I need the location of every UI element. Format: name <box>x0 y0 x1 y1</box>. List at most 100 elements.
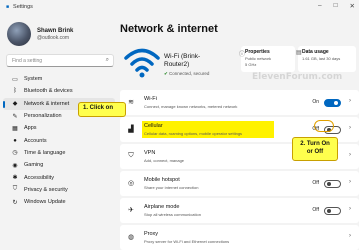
connection-status-text: Connected, secured <box>169 71 210 76</box>
check-icon: ✔ <box>164 71 168 76</box>
sidebar-item-system[interactable]: ▭ System <box>3 73 115 85</box>
toggle-knob <box>334 101 338 105</box>
sidebar-item-label: Gaming <box>24 162 44 169</box>
properties-card[interactable]: ⓘ Properties Public network 5 GHz <box>239 46 295 72</box>
search-icon: ⌕ <box>105 57 109 63</box>
avatar <box>7 22 31 46</box>
sidebar-item-label: Bluetooth & devices <box>24 88 73 95</box>
sidebar-item-accessibility[interactable]: ✱ Accessibility <box>3 171 115 183</box>
airplane-toggle[interactable] <box>324 207 341 215</box>
wifi-row[interactable]: ≋ Wi-Fi Connect, manage known networks, … <box>120 90 359 115</box>
connected-network-name: Wi-Fi (Brink-Router2) <box>164 53 201 68</box>
airplane-mode-row[interactable]: ✈ Airplane mode Stop all wireless commun… <box>120 198 359 223</box>
row-description: Stop all wireless communication <box>144 212 201 217</box>
proxy-row[interactable]: ◍ Proxy Proxy server for Wi-Fi and Ether… <box>120 225 359 250</box>
window-title: Settings <box>13 4 33 10</box>
wifi-toggle[interactable] <box>324 99 341 107</box>
row-description: Cellular data, roaming options, mobile o… <box>144 131 243 136</box>
row-title: Proxy <box>144 231 159 237</box>
data-usage-card[interactable]: ▤ Data usage 1.61 GB, last 30 days <box>296 46 356 72</box>
profile[interactable]: Shawn Brink @outlook.com <box>7 22 73 46</box>
settings-list: ≋ Wi-Fi Connect, manage known networks, … <box>120 90 359 250</box>
watermark: ElevenForum.com <box>252 72 343 82</box>
hotspot-icon: ◎ <box>127 180 135 187</box>
chevron-right-icon: › <box>349 152 351 158</box>
clock-icon: ◷ <box>12 150 18 157</box>
toggle-state-label: Off <box>312 207 319 213</box>
accessibility-icon: ✱ <box>12 175 18 182</box>
sidebar-item-gaming[interactable]: ◉ Gaming <box>3 159 115 171</box>
toggle-knob <box>327 209 331 213</box>
callout-step-2-line1: 2. Turn On <box>300 141 330 147</box>
profile-email: @outlook.com <box>37 34 70 41</box>
profile-name: Shawn Brink <box>37 27 74 34</box>
vpn-shield-icon: ⛉ <box>128 152 134 159</box>
properties-network-type: Public network <box>245 56 272 61</box>
wifi-icon: ≋ <box>128 99 134 106</box>
window-controls: – □ ✕ <box>318 2 355 10</box>
callout-ring <box>314 120 334 132</box>
sidebar-item-apps[interactable]: ▦ Apps <box>3 122 115 134</box>
row-description: Share your internet connection <box>144 185 199 190</box>
sidebar-item-label: Personalization <box>24 113 62 120</box>
page-title: Network & internet <box>120 23 218 35</box>
bluetooth-icon: ᛒ <box>13 88 17 95</box>
row-title: Cellular <box>144 123 163 129</box>
settings-app-icon: ■ <box>6 4 10 10</box>
network-icon: ◆ <box>12 101 18 108</box>
airplane-icon: ✈ <box>128 207 134 214</box>
search-input[interactable]: Find a setting ⌕ <box>6 54 114 67</box>
row-description: Add, connect, manage <box>144 158 185 163</box>
apps-icon: ▦ <box>12 125 18 132</box>
chevron-right-icon: › <box>349 206 351 212</box>
sidebar-item-label: System <box>24 76 43 83</box>
row-title: VPN <box>144 150 156 156</box>
toggle-state-label: On <box>312 99 319 105</box>
sidebar-item-time-language[interactable]: ◷ Time & language <box>3 147 115 159</box>
callout-step-2: 2. Turn On or Off <box>292 137 338 161</box>
wifi-icon <box>124 48 160 78</box>
minimize-icon[interactable]: – <box>318 2 322 10</box>
sidebar: Shawn Brink @outlook.com Find a setting … <box>0 14 116 250</box>
update-icon: ↻ <box>12 199 18 206</box>
mobile-hotspot-row[interactable]: ◎ Mobile hotspot Share your internet con… <box>120 171 359 196</box>
sidebar-nav: ▭ System ᛒ Bluetooth & devices ◆ Network… <box>3 73 115 208</box>
globe-icon: ◍ <box>127 234 135 241</box>
sidebar-item-accounts[interactable]: ● Accounts <box>3 134 115 146</box>
toggle-state-label: Off <box>312 180 319 186</box>
row-title: Airplane mode <box>144 204 180 210</box>
sidebar-item-label: Accessibility <box>24 174 54 181</box>
sidebar-item-label: Windows Update <box>24 199 66 206</box>
hotspot-toggle[interactable] <box>324 180 341 188</box>
person-icon: ● <box>13 137 17 144</box>
main-content: Network & internet Wi-Fi (Brink-Router2)… <box>120 14 359 250</box>
data-usage-value: 1.61 GB, last 30 days <box>302 56 341 61</box>
search-placeholder: Find a setting <box>12 58 43 64</box>
sidebar-item-privacy[interactable]: ⛉ Privacy & security <box>3 184 115 196</box>
sidebar-item-windows-update[interactable]: ↻ Windows Update <box>3 196 115 208</box>
controller-icon: ◉ <box>12 162 18 169</box>
chevron-right-icon: › <box>349 179 351 185</box>
callout-step-2-line2: or Off <box>306 149 324 155</box>
chevron-right-icon: › <box>349 233 351 239</box>
sidebar-item-label: Accounts <box>24 137 47 144</box>
monitor-icon: ▭ <box>12 76 18 83</box>
sidebar-item-bluetooth[interactable]: ᛒ Bluetooth & devices <box>3 85 115 97</box>
data-usage-icon: ▤ <box>296 50 302 56</box>
row-title: Wi-Fi <box>144 96 157 102</box>
sidebar-item-label: Apps <box>24 125 37 132</box>
properties-title: Properties <box>245 49 270 55</box>
properties-band: 5 GHz <box>245 62 257 67</box>
title-bar: ■ Settings – □ ✕ <box>0 0 359 14</box>
sidebar-item-label: Time & language <box>24 149 66 156</box>
close-icon[interactable]: ✕ <box>350 2 355 10</box>
callout-step-1: 1. Click on <box>78 102 126 117</box>
chevron-right-icon: › <box>349 98 351 104</box>
row-description: Proxy server for Wi-Fi and Ethernet conn… <box>144 239 230 244</box>
row-description: Connect, manage known networks, metered … <box>144 104 238 109</box>
data-usage-title: Data usage <box>302 49 329 55</box>
sidebar-item-label: Network & internet <box>24 100 70 107</box>
maximize-icon[interactable]: □ <box>334 2 338 10</box>
chevron-right-icon: › <box>349 125 351 131</box>
shield-icon: ⛉ <box>12 186 18 193</box>
